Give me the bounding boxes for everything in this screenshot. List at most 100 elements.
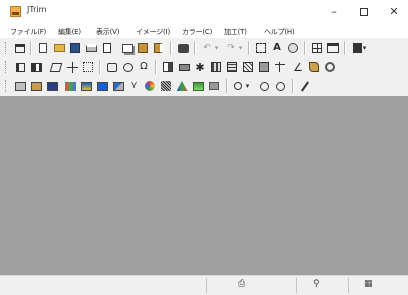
paste-new-icon bbox=[154, 43, 164, 53]
hue-button[interactable] bbox=[94, 78, 110, 94]
rect-select-button[interactable] bbox=[104, 59, 120, 75]
menu-view[interactable]: 表示(V) bbox=[96, 27, 119, 37]
toolbar-separator bbox=[30, 41, 32, 55]
undo-dropdown-button[interactable]: ▾ bbox=[212, 40, 221, 56]
swirl-icon bbox=[145, 81, 155, 91]
select-frame-icon bbox=[83, 62, 93, 72]
gray-button[interactable] bbox=[12, 78, 28, 94]
minimize-button[interactable]: – bbox=[320, 0, 348, 24]
zoom-out-button[interactable] bbox=[272, 78, 288, 94]
menu-process[interactable]: 加工(T) bbox=[224, 27, 247, 37]
skew-button[interactable] bbox=[48, 59, 64, 75]
pen-button[interactable]: ∠ bbox=[290, 59, 306, 75]
print-preview-button[interactable] bbox=[99, 40, 115, 56]
toolbar-more-dropdown[interactable]: ▾ bbox=[360, 40, 369, 56]
status-panel-info bbox=[206, 278, 297, 293]
hue-icon bbox=[96, 81, 108, 91]
menu-edit[interactable]: 編集(E) bbox=[58, 27, 81, 37]
rect-select-icon bbox=[107, 62, 117, 72]
circle-tool-button[interactable] bbox=[322, 59, 338, 75]
window-title: JTrim bbox=[27, 5, 47, 14]
maximize-button[interactable] bbox=[350, 0, 378, 24]
toolbar-edit: Ω ✱ ∠ bbox=[4, 58, 404, 76]
levels-button[interactable] bbox=[110, 78, 126, 94]
sun-effect-button[interactable]: ✱ bbox=[192, 59, 208, 75]
resize-button[interactable] bbox=[253, 40, 269, 56]
recapture-button[interactable] bbox=[175, 40, 191, 56]
swirl-button[interactable] bbox=[142, 78, 158, 94]
rotate-button[interactable] bbox=[12, 59, 28, 75]
toolbar-separator bbox=[155, 60, 157, 74]
print-button[interactable] bbox=[83, 40, 99, 56]
shadow-icon bbox=[192, 81, 204, 91]
copy-icon bbox=[121, 43, 133, 53]
flip-button[interactable] bbox=[28, 59, 44, 75]
new-doc-icon bbox=[39, 43, 47, 53]
open-button[interactable] bbox=[51, 40, 67, 56]
redo-dropdown-button[interactable]: ▾ bbox=[236, 40, 245, 56]
print-icon bbox=[85, 44, 97, 52]
menu-file[interactable]: ファイル(F) bbox=[10, 27, 46, 37]
globe-icon bbox=[288, 43, 298, 53]
adjust-plus-button[interactable] bbox=[64, 59, 80, 75]
paste-button[interactable] bbox=[135, 40, 151, 56]
select-frame-button[interactable] bbox=[80, 59, 96, 75]
menu-color[interactable]: カラー(C) bbox=[182, 27, 212, 37]
toolbar-grip[interactable] bbox=[5, 80, 8, 92]
window-frame-button[interactable] bbox=[325, 40, 341, 56]
camera-icon bbox=[177, 43, 189, 53]
sepia-icon bbox=[30, 81, 42, 91]
grid-icon bbox=[312, 43, 322, 53]
close-button[interactable]: ✕ bbox=[380, 0, 408, 24]
image-info-icon: ⎙ bbox=[238, 279, 246, 289]
open-folder-icon bbox=[53, 44, 65, 52]
toolbar-grip[interactable] bbox=[5, 61, 8, 73]
resize-icon bbox=[256, 43, 266, 53]
contrast-icon bbox=[178, 63, 190, 71]
edge-button[interactable] bbox=[256, 59, 272, 75]
zoom-status-icon: ⚲ bbox=[313, 279, 320, 289]
toolbar-grip[interactable] bbox=[5, 42, 8, 54]
color-tone-button[interactable] bbox=[44, 78, 60, 94]
lasso-icon bbox=[123, 62, 133, 72]
brush-button[interactable] bbox=[306, 59, 322, 75]
noise-button[interactable] bbox=[158, 78, 174, 94]
grid-button[interactable] bbox=[309, 40, 325, 56]
sharpen-button[interactable] bbox=[240, 59, 256, 75]
text-button[interactable]: A bbox=[269, 40, 285, 56]
eyedropper-button[interactable] bbox=[297, 78, 313, 94]
mosaic-button[interactable] bbox=[208, 59, 224, 75]
frame-button[interactable] bbox=[206, 78, 222, 94]
omega-button[interactable]: Ω bbox=[136, 59, 152, 75]
menu-image[interactable]: イメージ(I) bbox=[136, 27, 170, 37]
contrast-button[interactable] bbox=[176, 59, 192, 75]
zoom-dropdown-button[interactable]: ▾ bbox=[243, 78, 252, 94]
frame-icon bbox=[209, 82, 219, 90]
filter-button[interactable] bbox=[272, 59, 288, 75]
image-workspace[interactable] bbox=[0, 96, 408, 275]
globe-button[interactable] bbox=[285, 40, 301, 56]
new-image-button[interactable] bbox=[12, 40, 28, 56]
shadow-button[interactable] bbox=[190, 78, 206, 94]
color-balance-button[interactable] bbox=[78, 78, 94, 94]
toolbar-separator bbox=[248, 41, 250, 55]
lasso-button[interactable] bbox=[120, 59, 136, 75]
copy-button[interactable] bbox=[119, 40, 135, 56]
histogram-button[interactable]: ⋎ bbox=[126, 78, 142, 94]
title-bar: JTrim – ✕ bbox=[0, 0, 408, 24]
sepia-button[interactable] bbox=[28, 78, 44, 94]
zoom-in-button[interactable] bbox=[256, 78, 272, 94]
paste-new-button[interactable] bbox=[151, 40, 167, 56]
color-tone-icon bbox=[46, 81, 58, 91]
brightness-icon bbox=[163, 62, 173, 72]
gamma-button[interactable] bbox=[62, 78, 78, 94]
blur-button[interactable] bbox=[224, 59, 240, 75]
effects-button[interactable] bbox=[174, 78, 190, 94]
new-button[interactable] bbox=[35, 40, 51, 56]
plus-icon bbox=[66, 61, 78, 73]
save-button[interactable] bbox=[67, 40, 83, 56]
menu-help[interactable]: ヘルプ(H) bbox=[264, 27, 295, 37]
effects-icon bbox=[176, 81, 188, 91]
brightness-button[interactable] bbox=[160, 59, 176, 75]
app-logo-icon[interactable] bbox=[10, 6, 21, 17]
